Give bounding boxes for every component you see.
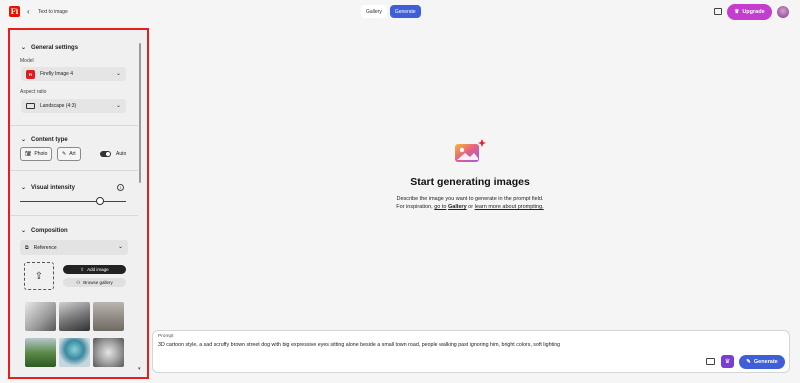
empty-state-description: Describe the image you want to generate …: [396, 196, 544, 202]
visual-intensity-title: Visual intensity: [31, 184, 75, 191]
avatar[interactable]: [777, 6, 789, 18]
firefly-logo-icon[interactable]: Fi: [9, 6, 20, 17]
aspect-ratio-dropdown[interactable]: Landscape (4:3) ⌄: [21, 99, 126, 113]
chevron-down-icon: ⌄: [21, 137, 27, 143]
firefly-model-icon: Fi: [26, 69, 35, 79]
prompt-label: Prompt: [158, 334, 174, 339]
chevron-down-icon: ⌄: [117, 244, 123, 250]
reference-label: Reference: [33, 244, 57, 251]
palette-icon: ✎: [62, 151, 67, 157]
divider: [10, 125, 138, 126]
or-text: or: [468, 204, 474, 210]
learn-prompting-link[interactable]: learn more about prompting.: [475, 204, 544, 210]
scroll-down-icon[interactable]: ▾: [138, 366, 141, 372]
prompt-box[interactable]: [152, 330, 790, 373]
photo-label: Photo: [34, 151, 48, 157]
empty-state-inspiration: For inspiration, go to Gallery or learn …: [340, 204, 600, 210]
visual-intensity-slider[interactable]: [20, 201, 126, 202]
composition-header[interactable]: ⌄ Composition: [21, 227, 68, 235]
add-image-label: Add image: [87, 267, 109, 272]
general-settings-title: General settings: [31, 44, 79, 51]
gallery-thumbnail[interactable]: [59, 302, 90, 331]
chevron-down-icon: ⌄: [21, 228, 27, 234]
prompt-suggestions-icon[interactable]: [706, 358, 715, 365]
model-value: Firefly Image 4: [40, 71, 74, 77]
browse-gallery-button[interactable]: ⚇ Browse gallery: [63, 278, 126, 287]
gallery-thumbnail[interactable]: [93, 338, 124, 367]
sparkle-edit-icon: ✎: [746, 359, 751, 365]
tab-gallery[interactable]: Gallery: [361, 5, 387, 18]
upload-image-dropzone[interactable]: ⇪: [24, 262, 54, 290]
camera-icon: 📷︎: [25, 151, 32, 157]
divider: [10, 170, 138, 171]
gallery-thumbnail[interactable]: [25, 338, 56, 367]
gallery-thumbnail[interactable]: [59, 338, 90, 367]
model-label: Model: [20, 58, 34, 64]
content-type-header[interactable]: ⌄ Content type: [21, 136, 68, 144]
prompt-input[interactable]: 3D cartoon style, a sad scruffy brown st…: [158, 342, 560, 348]
art-label: Art: [69, 151, 76, 157]
generate-label: Generate: [753, 359, 778, 365]
reference-icon: ⧉: [25, 244, 29, 251]
top-bar: Fi ‹ Text to image Gallery Generate ♛ Up…: [0, 0, 800, 25]
reference-dropdown[interactable]: ⧉ Reference ⌄: [20, 240, 128, 255]
inspiration-prefix: For inspiration,: [396, 204, 433, 210]
chevron-down-icon: ⌄: [21, 45, 27, 51]
back-arrow-icon[interactable]: ‹: [27, 7, 30, 16]
empty-state-headline: Start generating images: [410, 176, 530, 188]
image-upload-icon: ⇪: [34, 270, 44, 282]
slider-handle[interactable]: [95, 197, 104, 205]
feedback-icon[interactable]: [714, 8, 722, 15]
generate-button[interactable]: ✎ Generate: [739, 355, 785, 369]
generate-image-icon: [455, 139, 486, 162]
aspect-ratio-value: Landscape (4:3): [40, 103, 77, 109]
divider: [10, 215, 138, 216]
info-icon[interactable]: i: [117, 184, 124, 191]
chevron-down-icon: ⌄: [115, 103, 121, 109]
go-to-text: go to: [434, 204, 447, 210]
art-option[interactable]: ✎ Art: [57, 147, 81, 161]
add-image-button[interactable]: ⇧ Add image: [63, 265, 126, 274]
auto-label: Auto: [116, 151, 127, 157]
photo-option[interactable]: 📷︎ Photo: [20, 147, 53, 161]
visual-intensity-header[interactable]: ⌄ Visual intensity: [21, 184, 75, 192]
gallery-icon: ⚇: [76, 279, 81, 285]
gallery-link[interactable]: Gallery: [448, 204, 467, 210]
upload-icon: ⇧: [80, 266, 85, 272]
mode-tabs: Gallery Generate: [361, 5, 421, 20]
gallery-thumbnail[interactable]: [25, 302, 56, 331]
model-dropdown[interactable]: Fi Firefly Image 4 ⌄: [21, 67, 126, 81]
scrollbar[interactable]: [139, 43, 141, 183]
landscape-icon: [26, 103, 35, 109]
logo-text: Fi: [10, 7, 19, 16]
chevron-down-icon: ⌄: [115, 71, 121, 77]
gallery-thumbnail[interactable]: [93, 302, 124, 331]
crown-icon: ♛: [734, 9, 740, 15]
auto-toggle[interactable]: [100, 151, 111, 157]
upgrade-button[interactable]: ♛ Upgrade: [727, 4, 772, 20]
general-settings-header[interactable]: ⌄ General settings: [21, 44, 79, 52]
browse-gallery-label: Browse gallery: [83, 280, 113, 285]
chevron-down-icon: ⌄: [21, 185, 27, 191]
upgrade-label: Upgrade: [742, 9, 765, 15]
tab-generate[interactable]: Generate: [389, 5, 421, 18]
aspect-ratio-label: Aspect ratio: [20, 89, 47, 95]
premium-crown-icon[interactable]: ♛: [721, 355, 734, 368]
composition-title: Composition: [31, 227, 68, 234]
content-type-title: Content type: [31, 136, 68, 143]
breadcrumb[interactable]: Text to image: [38, 9, 68, 15]
